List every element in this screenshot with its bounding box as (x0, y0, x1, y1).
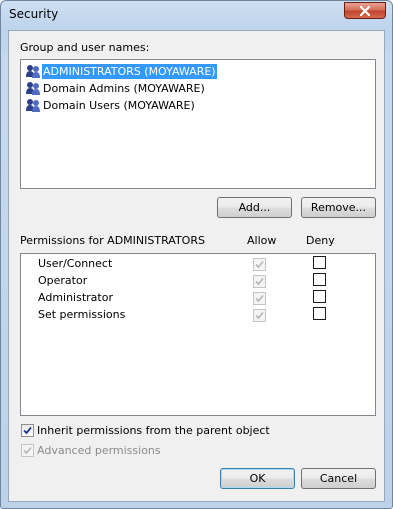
user-group-icon (26, 82, 40, 95)
user-list-item[interactable]: ADMINISTRATORS (MOYAWARE) (25, 63, 217, 79)
permission-name: Set permissions (38, 308, 126, 321)
user-group-icon (26, 99, 40, 112)
deny-checkbox[interactable] (313, 256, 326, 269)
permissions-list[interactable]: User/Connect Operator Administrator Set … (20, 253, 376, 416)
cancel-button[interactable]: Cancel (301, 468, 376, 489)
checkmark-icon (255, 311, 264, 320)
advanced-permissions-checkbox[interactable] (21, 444, 34, 457)
checkmark-icon (23, 426, 32, 435)
close-button[interactable] (344, 2, 386, 19)
remove-button[interactable]: Remove... (301, 197, 376, 218)
ok-button[interactable]: OK (220, 468, 295, 489)
permission-name: Operator (38, 274, 88, 287)
security-dialog: Security Group and user names: ADMINISTR… (0, 0, 393, 509)
permissions-label: Permissions for ADMINISTRATORS (20, 234, 205, 247)
user-name: Domain Admins (MOYAWARE) (43, 81, 205, 95)
dialog-body: Group and user names: ADMINISTRATORS (MO… (8, 30, 385, 502)
allow-column-header: Allow (247, 234, 277, 247)
checkmark-icon (23, 446, 32, 455)
advanced-permissions-label: Advanced permissions (37, 444, 161, 457)
inherit-permissions-checkbox[interactable] (21, 424, 34, 437)
user-list-item[interactable]: Domain Users (MOYAWARE) (25, 97, 196, 113)
permission-name: Administrator (38, 291, 113, 304)
close-icon (359, 5, 371, 16)
deny-checkbox[interactable] (313, 307, 326, 320)
deny-column-header: Deny (306, 234, 335, 247)
add-button[interactable]: Add... (217, 197, 292, 218)
user-name: ADMINISTRATORS (MOYAWARE) (42, 63, 217, 79)
user-list-item[interactable]: Domain Admins (MOYAWARE) (25, 80, 206, 96)
checkmark-icon (255, 294, 264, 303)
deny-checkbox[interactable] (313, 290, 326, 303)
user-group-icon (26, 65, 40, 78)
allow-checkbox[interactable] (253, 258, 266, 271)
checkmark-icon (255, 260, 264, 269)
window-title: Security (9, 7, 59, 21)
deny-checkbox[interactable] (313, 273, 326, 286)
checkmark-icon (255, 277, 264, 286)
inherit-permissions-label: Inherit permissions from the parent obje… (37, 424, 270, 437)
user-name: Domain Users (MOYAWARE) (43, 98, 195, 112)
group-user-names-label: Group and user names: (20, 41, 150, 54)
allow-checkbox[interactable] (253, 309, 266, 322)
permission-name: User/Connect (38, 257, 113, 270)
title-bar[interactable]: Security (1, 1, 392, 29)
allow-checkbox[interactable] (253, 292, 266, 305)
user-list[interactable]: ADMINISTRATORS (MOYAWARE) Domain Admins … (20, 59, 376, 189)
allow-checkbox[interactable] (253, 275, 266, 288)
